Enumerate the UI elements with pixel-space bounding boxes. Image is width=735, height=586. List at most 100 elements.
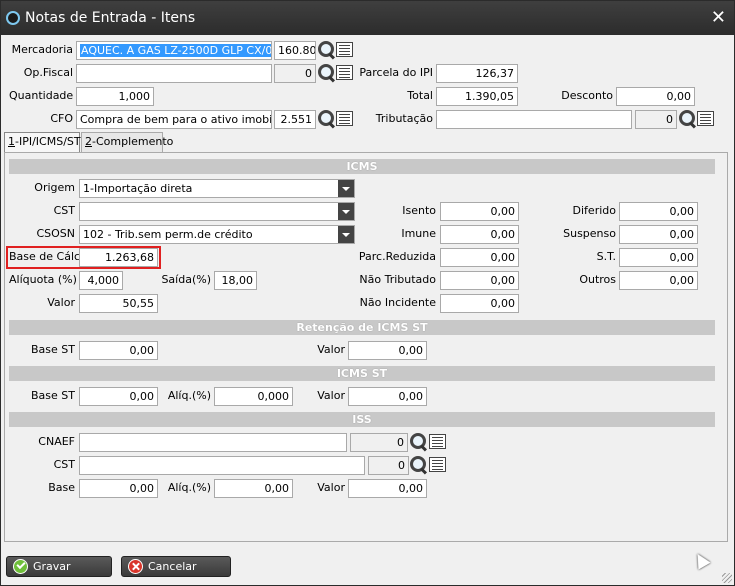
titlebar: Notas de Entrada - Itens ✕ [1, 1, 734, 35]
diferido-input[interactable]: 0,00 [619, 202, 698, 221]
section-iss: ISS [9, 412, 715, 427]
desconto-input[interactable]: 0,00 [616, 87, 695, 106]
quantidade-input[interactable]: 1,000 [76, 87, 154, 106]
op-fiscal-code-input[interactable]: 0 [274, 64, 316, 83]
nao-tributado-label: Não Tributado [359, 273, 436, 286]
section-icms-st: ICMS ST [9, 366, 715, 381]
outros-input[interactable]: 0,00 [619, 271, 698, 290]
icms-st-valor-input[interactable]: 0,00 [348, 387, 427, 406]
iss-cst-label: CST [53, 458, 75, 471]
outros-label: Outros [579, 273, 616, 286]
mercadoria-list-icon[interactable] [336, 42, 353, 57]
nao-incidente-label: Não Incidente [359, 296, 436, 309]
app-logo-icon [6, 11, 20, 25]
gravar-label: Gravar [33, 560, 71, 573]
tab-complemento[interactable]: 2-Complemento [81, 132, 173, 152]
cancelar-button[interactable]: Cancelar [121, 556, 231, 577]
op-fiscal-input[interactable] [76, 64, 272, 83]
iss-cst-search-icon[interactable] [409, 455, 428, 474]
tab-ipi-icms-st[interactable]: 1-IPI/ICMS/ST [4, 132, 81, 153]
dialog-window: Notas de Entrada - Itens ✕ Mercadoria AQ… [0, 0, 735, 586]
window-title: Notas de Entrada - Itens [25, 10, 196, 26]
imune-label: Imune [401, 227, 436, 240]
iss-base-input[interactable]: 0,00 [79, 479, 158, 498]
mercadoria-search-icon[interactable] [317, 40, 336, 59]
cfo-search-icon[interactable] [317, 109, 336, 128]
icms-st-valor-label: Valor [317, 389, 345, 402]
parc-reduzida-label: Parc.Reduzida [358, 250, 436, 263]
iss-cst-input[interactable] [79, 456, 365, 475]
iss-cst-list-icon[interactable] [429, 457, 446, 472]
origem-label: Origem [34, 181, 75, 194]
cst-label: CST [53, 204, 75, 217]
icms-st-base-label: Base ST [31, 389, 75, 402]
cfo-input[interactable]: Compra de bem para o ativo imobilizado [76, 110, 272, 129]
origem-select[interactable]: 1-Importação direta [79, 179, 355, 198]
nao-incidente-input[interactable]: 0,00 [440, 294, 519, 313]
iss-valor-input[interactable]: 0,00 [348, 479, 427, 498]
tributacao-search-icon[interactable] [678, 109, 697, 128]
iss-aliq-label: Alíq.(%) [167, 481, 211, 494]
cfo-label: CFO [50, 112, 73, 125]
cancel-icon [128, 559, 143, 574]
csosn-label: CSOSN [36, 227, 75, 240]
valor-label: Valor [47, 296, 75, 309]
op-fiscal-search-icon[interactable] [317, 63, 336, 82]
nao-tributado-input[interactable]: 0,00 [440, 271, 519, 290]
tributacao-input[interactable] [436, 110, 632, 129]
iss-valor-label: Valor [317, 481, 345, 494]
cnaef-search-icon[interactable] [409, 432, 428, 451]
aliquota-label: Alíquota (%) [9, 273, 77, 286]
retencao-valor-input[interactable]: 0,00 [348, 341, 427, 360]
parc-reduzida-input[interactable]: 0,00 [440, 248, 519, 267]
gravar-button[interactable]: Gravar [6, 556, 112, 577]
saida-input[interactable]: 18,00 [214, 271, 257, 290]
iss-base-label: Base [48, 481, 75, 494]
cancelar-label: Cancelar [148, 560, 197, 573]
retencao-valor-label: Valor [317, 343, 345, 356]
check-icon [13, 559, 28, 574]
saida-label: Saída(%) [161, 273, 211, 286]
iss-cst-code-input[interactable]: 0 [368, 456, 409, 475]
icms-st-base-input[interactable]: 0,00 [79, 387, 158, 406]
cnaef-list-icon[interactable] [429, 434, 446, 449]
suspenso-label: Suspenso [563, 227, 616, 240]
cnaef-code-input[interactable]: 0 [350, 433, 408, 452]
op-fiscal-label: Op.Fiscal [23, 66, 73, 79]
resize-grip-icon[interactable] [722, 573, 732, 583]
parcela-ipi-input[interactable]: 126,37 [436, 64, 518, 83]
st-input[interactable]: 0,00 [619, 248, 698, 267]
base-calc-input[interactable]: 1.263,68 [79, 248, 158, 267]
retencao-base-st-label: Base ST [31, 343, 75, 356]
cfo-code-input[interactable]: 2.551 [274, 110, 316, 129]
suspenso-input[interactable]: 0,00 [619, 225, 698, 244]
chevron-down-icon[interactable] [338, 180, 354, 197]
iss-aliq-input[interactable]: 0,00 [214, 479, 293, 498]
icms-st-aliq-input[interactable]: 0,000 [214, 387, 293, 406]
aliquota-input[interactable]: 4,000 [79, 271, 123, 290]
base-calc-label: Base de Cálc. [9, 250, 84, 263]
st-label: S.T. [596, 250, 616, 263]
parcela-ipi-label: Parcela do IPI [359, 66, 433, 79]
close-icon[interactable]: ✕ [711, 7, 726, 28]
cst-select[interactable] [79, 202, 355, 221]
total-label: Total [407, 89, 433, 102]
tributacao-list-icon[interactable] [697, 111, 714, 126]
desconto-label: Desconto [561, 89, 613, 102]
icms-st-aliq-label: Alíq.(%) [167, 389, 211, 402]
mercadoria-code-input[interactable]: 160.806 [274, 41, 316, 60]
retencao-base-st-input[interactable]: 0,00 [79, 341, 158, 360]
valor-input[interactable]: 50,55 [79, 294, 158, 313]
section-retencao-icms-st: Retenção de ICMS ST [9, 320, 715, 335]
mouse-cursor-icon [691, 550, 711, 570]
csosn-select[interactable]: 102 - Trib.sem perm.de crédito [79, 225, 355, 244]
total-input[interactable]: 1.390,05 [436, 87, 518, 106]
isento-label: Isento [402, 204, 436, 217]
section-icms: ICMS [9, 159, 715, 174]
isento-input[interactable]: 0,00 [440, 202, 519, 221]
cnaef-input[interactable] [79, 433, 347, 452]
tributacao-code-input[interactable]: 0 [635, 110, 677, 129]
mercadoria-label: Mercadoria [11, 43, 73, 56]
mercadoria-input[interactable]: AQUEC. A GAS LZ-2500D GLP CX/0001 [76, 41, 272, 60]
imune-input[interactable]: 0,00 [440, 225, 519, 244]
